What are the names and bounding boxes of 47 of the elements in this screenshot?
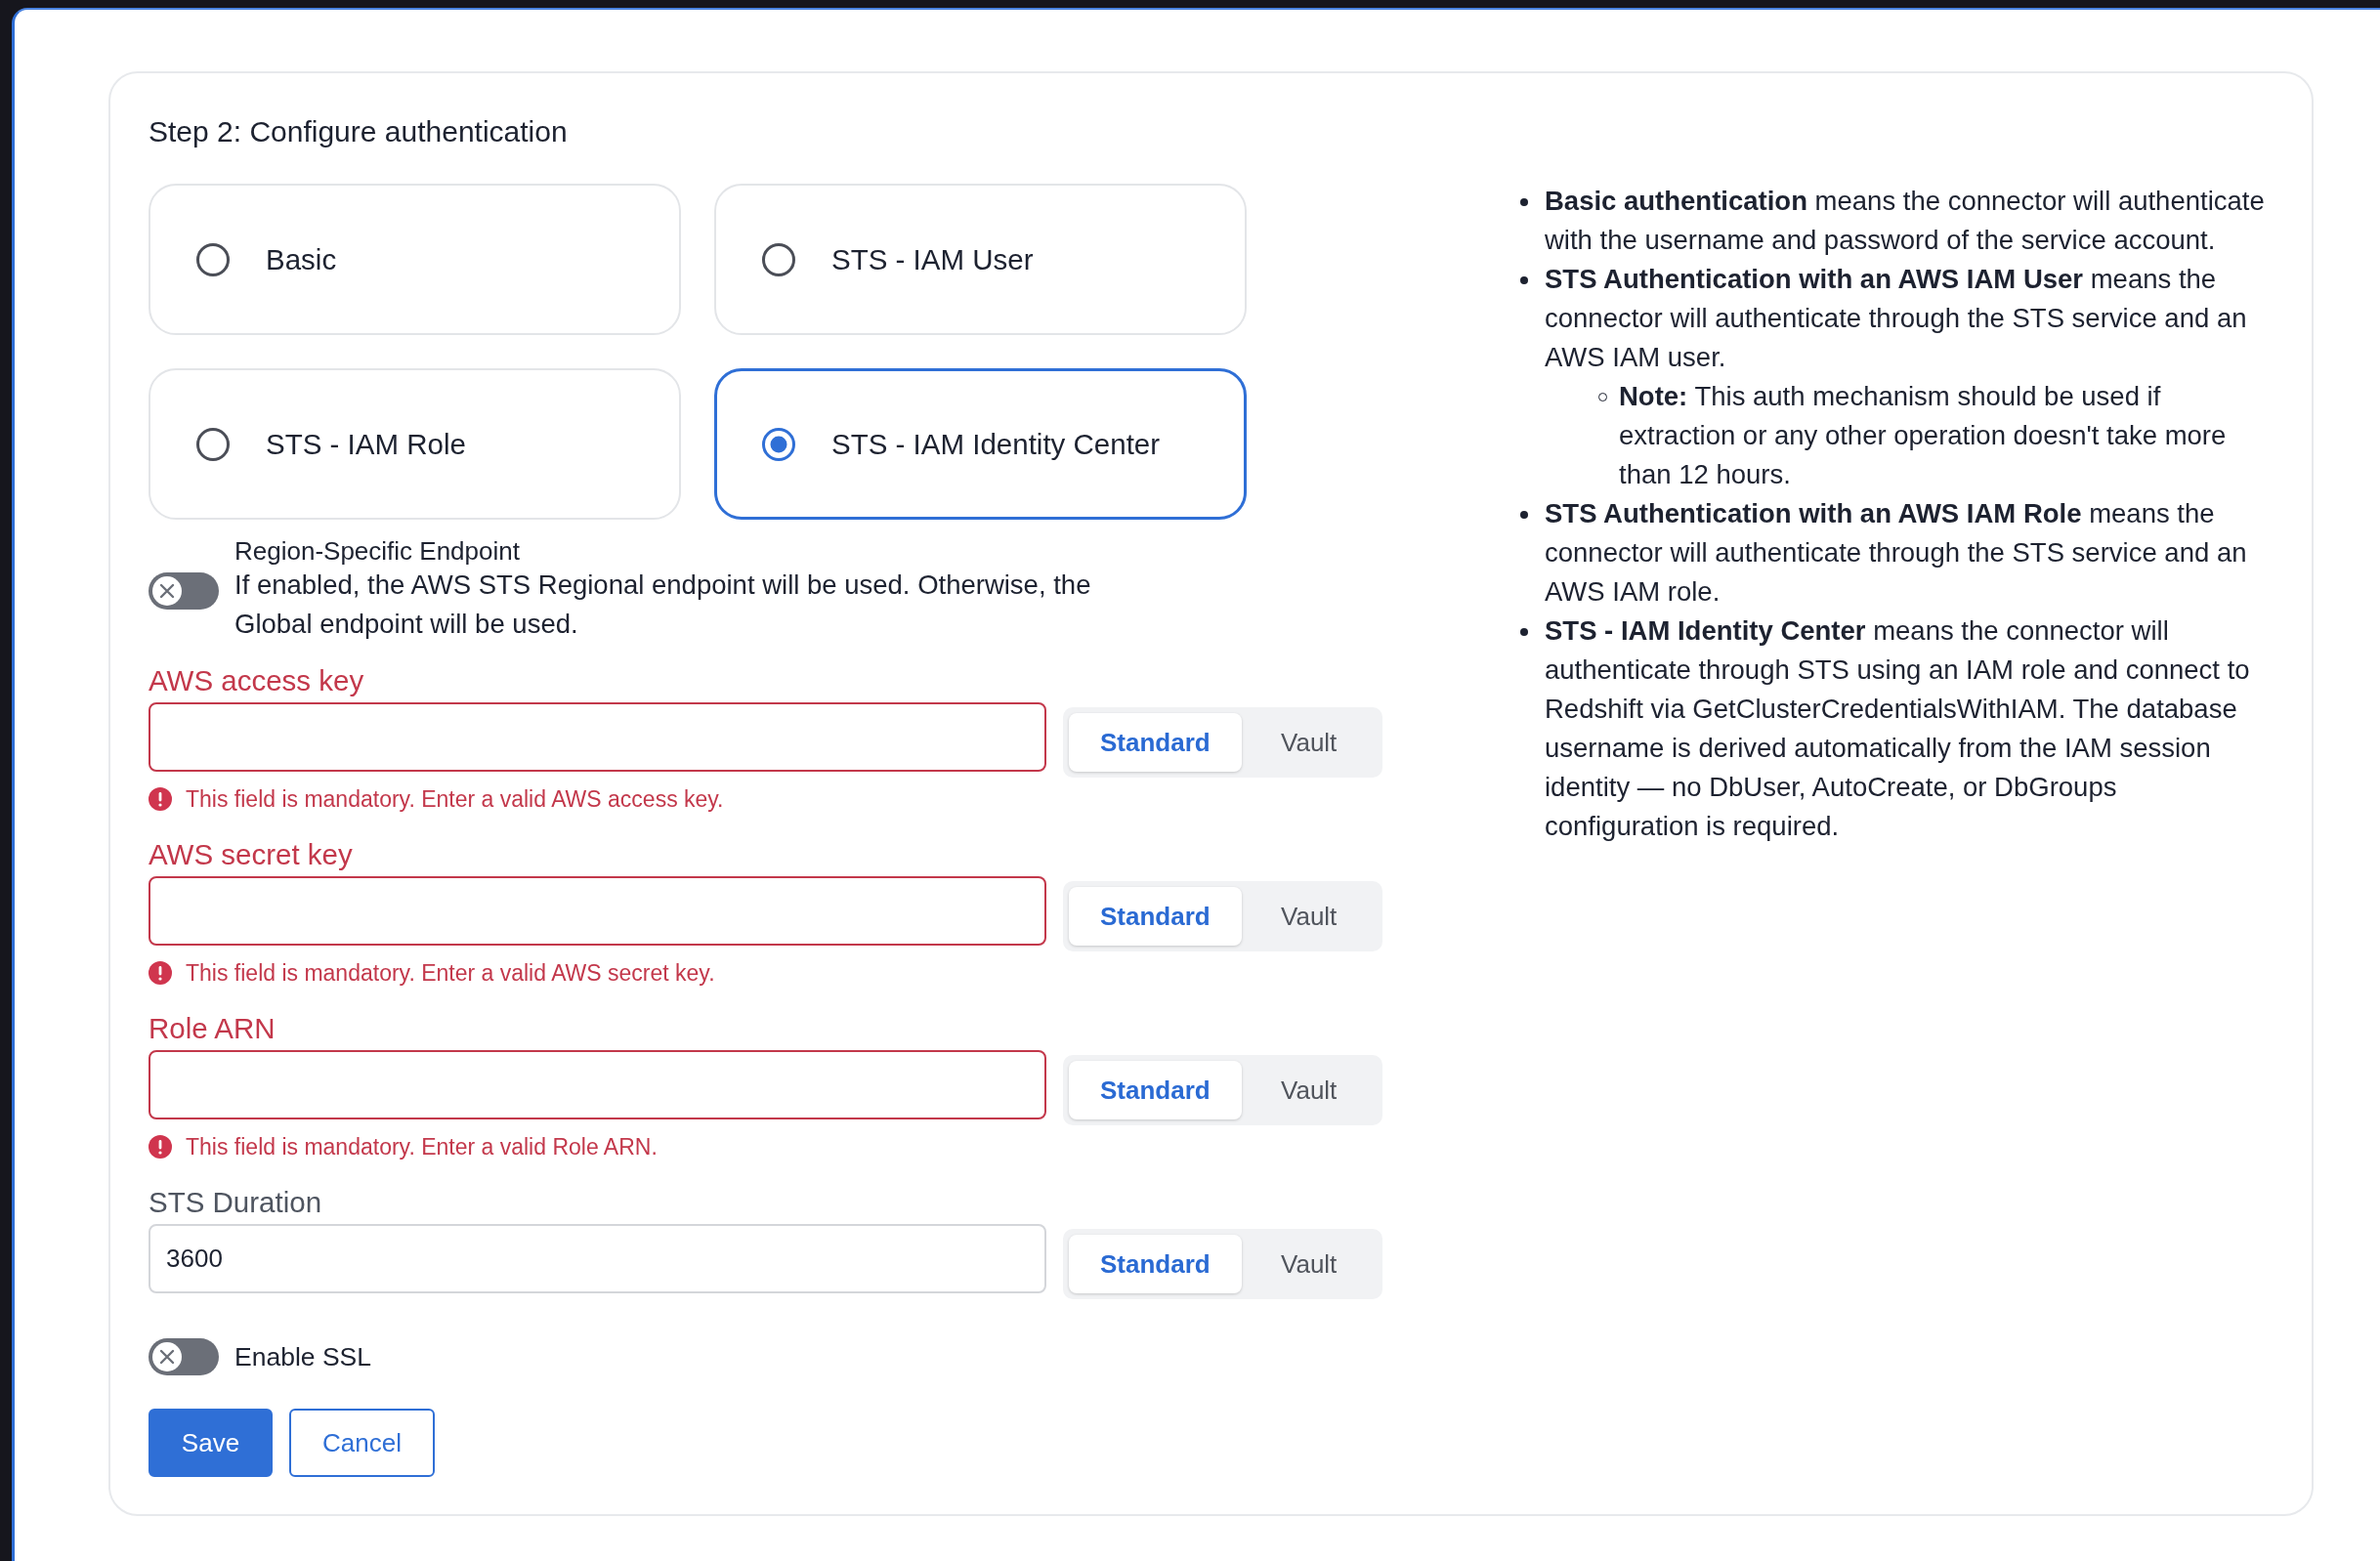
toggle-switch[interactable] (149, 572, 219, 610)
bullet-icon (1520, 511, 1528, 519)
error-icon (149, 787, 172, 811)
help-text: STS Authentication with an AWS IAM Role means the connector will authenticate through the STS service and an AWS IAM role. (1545, 497, 2248, 609)
field-label: STS Duration (149, 1185, 322, 1220)
segment-option[interactable]: Standard (1069, 887, 1242, 946)
segment-option[interactable]: Vault (1241, 887, 1377, 946)
radio-icon (196, 427, 230, 461)
bullet-icon (1520, 628, 1528, 636)
toggle-switch[interactable] (149, 1338, 219, 1375)
help-note: Note: This auth mechanism should be used if extraction or any other operation doesn't take more than 12 hours. (1619, 380, 2228, 491)
toggle-title: Region-Specific Endpoint (234, 536, 520, 566)
help-text: Basic authentication means the connector will authenticate with the username and password of the service account. (1545, 185, 2266, 257)
radio-icon (762, 242, 795, 276)
secondary-button[interactable]: Cancel (289, 1409, 435, 1477)
text-input[interactable]: 3600 (149, 1224, 1046, 1293)
field-label: AWS access key (149, 663, 364, 698)
step-title: Step 2: Configure authentication (149, 115, 568, 148)
text-input[interactable] (149, 702, 1046, 772)
error-message: This field is mandatory. Enter a valid AWS secret key. (186, 959, 715, 987)
error-icon (149, 1135, 172, 1159)
auth-option[interactable]: STS - IAM Role (149, 368, 681, 520)
auth-option[interactable]: Basic (149, 184, 681, 335)
text-input[interactable] (149, 1050, 1046, 1119)
segment-option[interactable]: Standard (1069, 1235, 1242, 1293)
auth-option[interactable]: STS - IAM Identity Center (714, 368, 1247, 520)
error-icon (149, 961, 172, 985)
toggle-label: Enable SSL (234, 1341, 371, 1373)
segment-option[interactable]: Vault (1241, 1235, 1377, 1293)
primary-button[interactable]: Save (149, 1409, 273, 1477)
auth-option[interactable]: STS - IAM User (714, 184, 1247, 335)
radio-icon (762, 427, 795, 461)
segment-option[interactable]: Standard (1069, 1061, 1242, 1119)
segment-option[interactable]: Vault (1241, 1061, 1377, 1119)
field-label: Role ARN (149, 1011, 276, 1046)
error-message: This field is mandatory. Enter a valid AWS access key. (186, 785, 724, 813)
bullet-icon (1520, 276, 1528, 284)
bullet-icon (1520, 198, 1528, 206)
toggle-description: If enabled, the AWS STS Regional endpoint will be used. Otherwise, the Global endpoint will be used. (234, 569, 1092, 641)
text-input[interactable] (149, 876, 1046, 946)
help-text: STS Authentication with an AWS IAM User means the connector will authenticate through the STS service and an AWS IAM user. (1545, 263, 2248, 374)
help-text: STS - IAM Identity Center means the connector will authenticate through STS using an IAM role and connect to Redshift via GetClusterCredentialsWithIAM. The database username is derived automatically from the IAM session identity — no DbUser, AutoCreate, or DbGroups configuration is required. (1545, 614, 2251, 843)
error-message: This field is mandatory. Enter a valid Role ARN. (186, 1133, 658, 1160)
field-label: AWS secret key (149, 837, 353, 872)
radio-icon (196, 242, 230, 276)
segment-option[interactable]: Standard (1069, 713, 1242, 772)
segment-option[interactable]: Vault (1241, 713, 1377, 772)
